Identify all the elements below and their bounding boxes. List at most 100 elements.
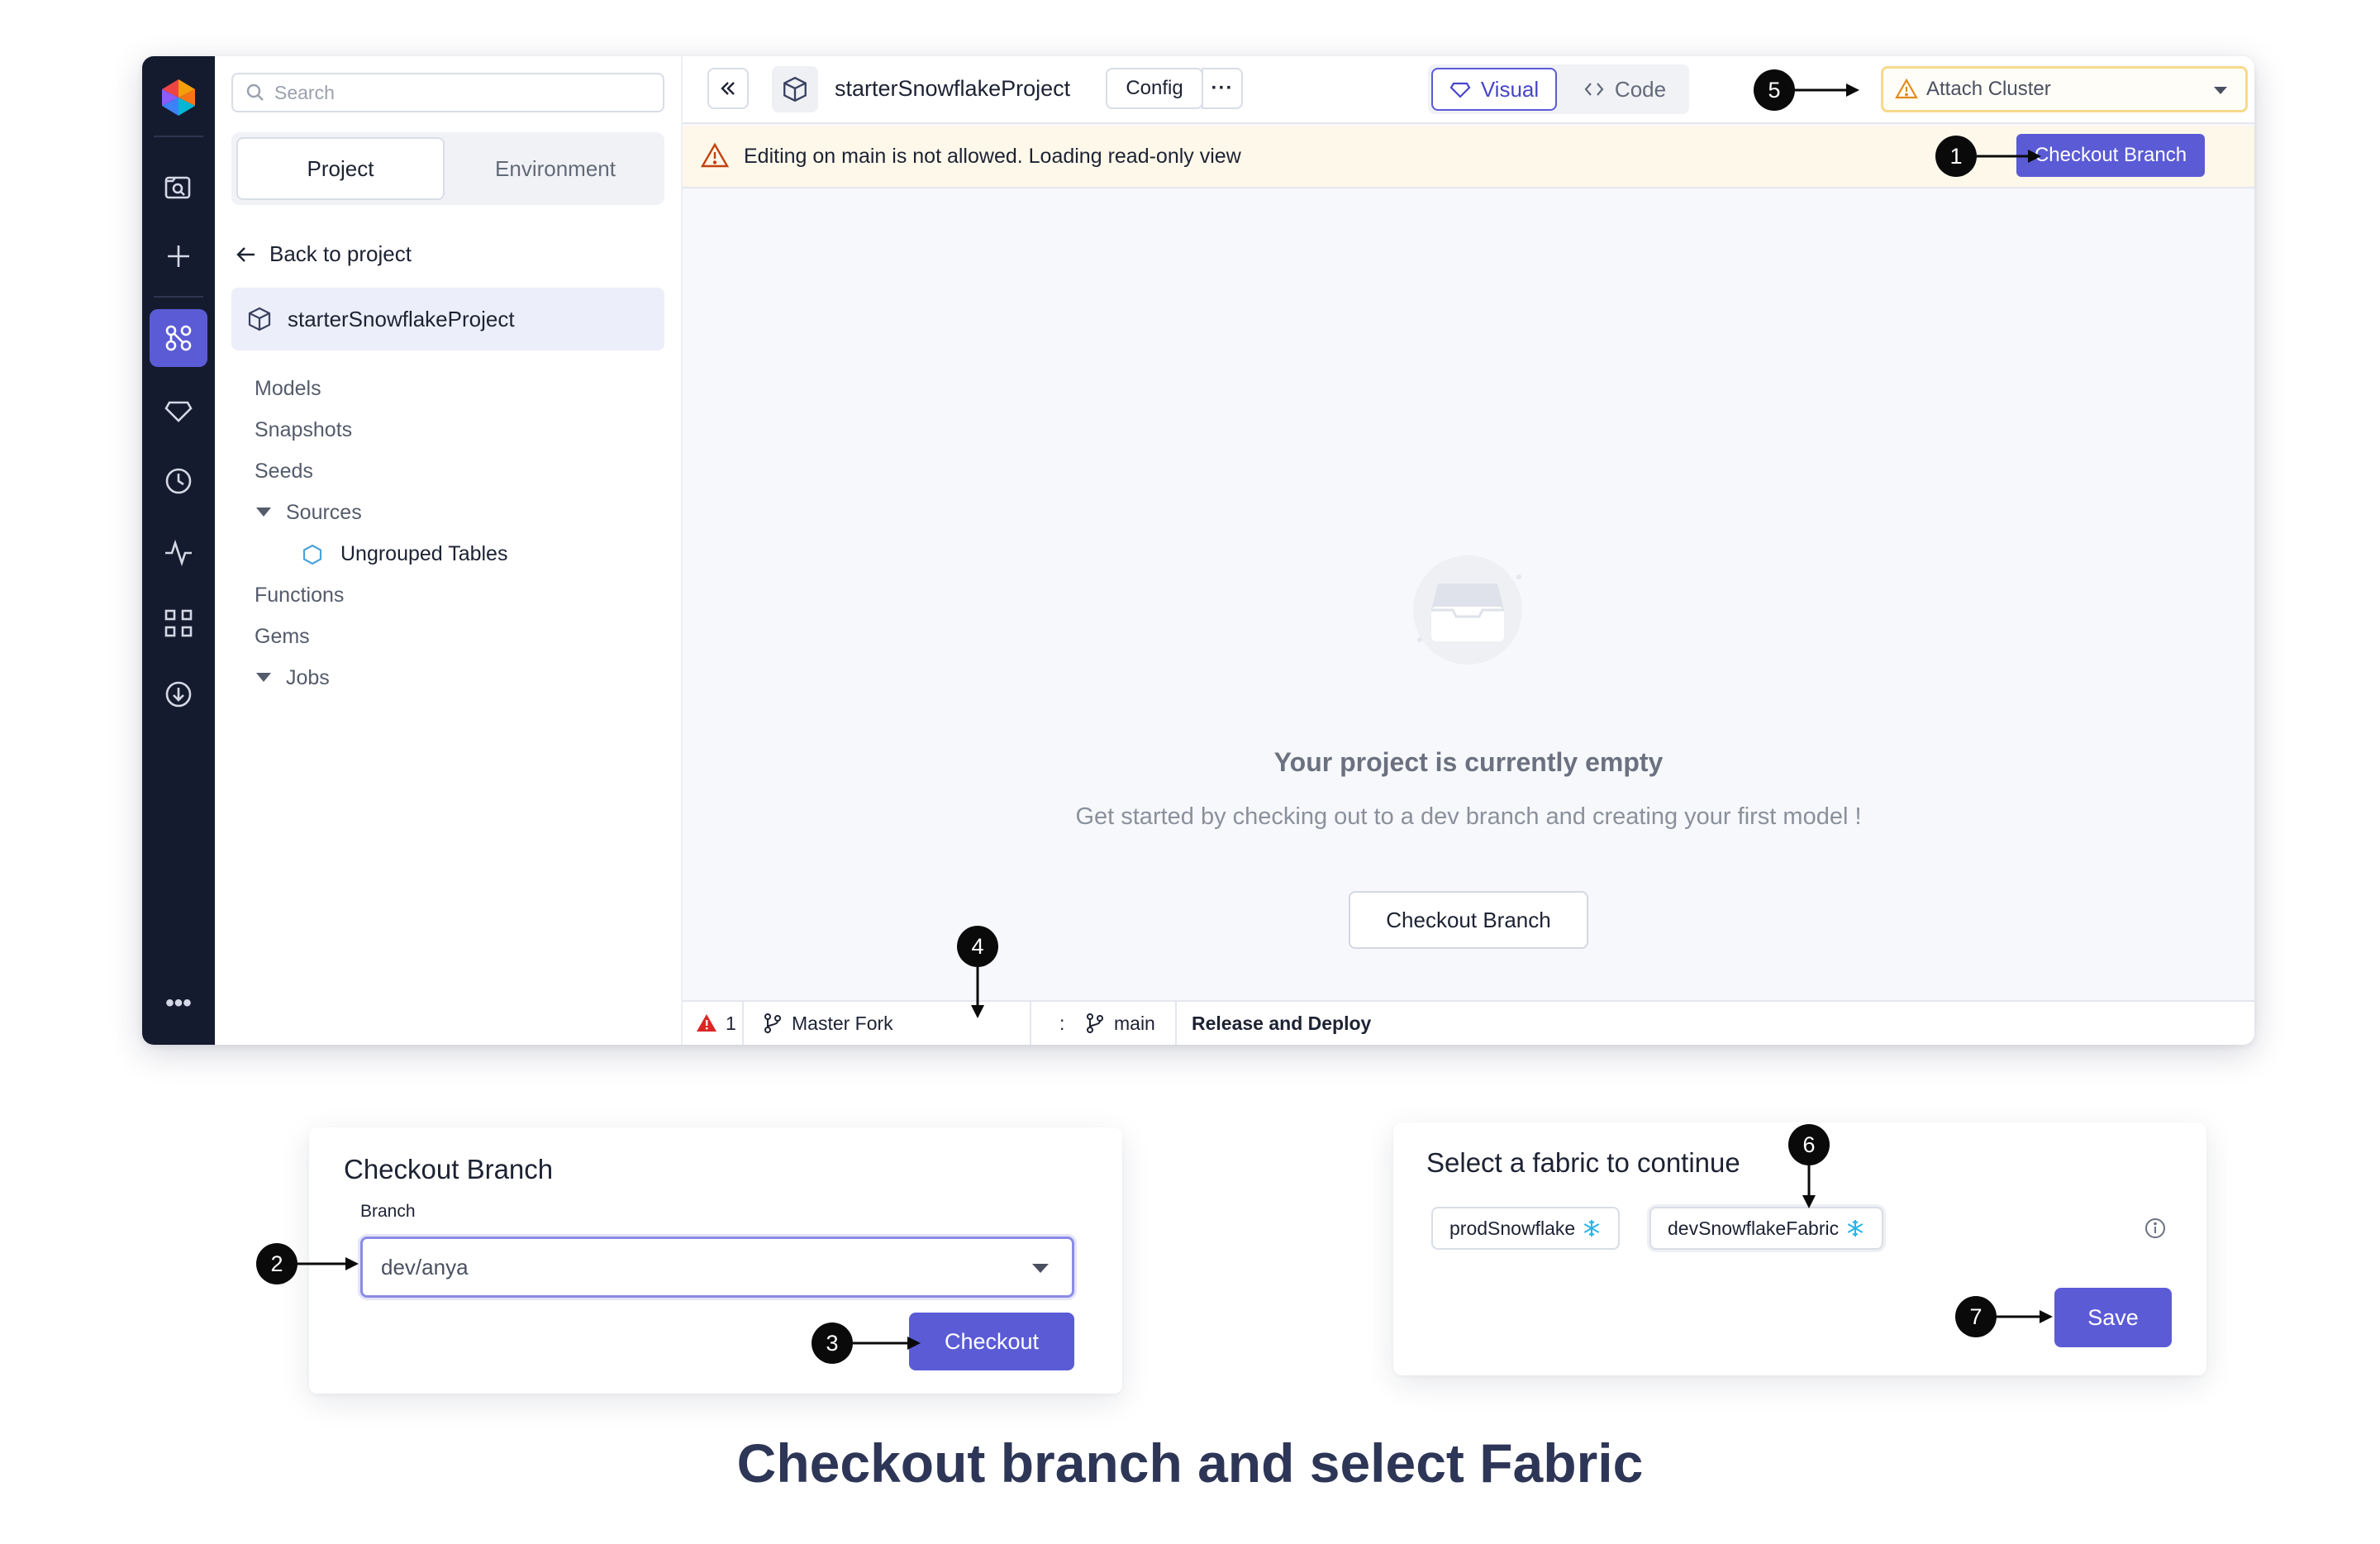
activity-icon[interactable]	[157, 531, 200, 574]
info-icon[interactable]	[2144, 1217, 2167, 1240]
project-cube-icon	[772, 66, 818, 112]
tree-item-jobs[interactable]: Jobs	[255, 666, 330, 690]
view-toggle: Visual Code	[1428, 64, 1689, 114]
callout-arrow	[1802, 1164, 1816, 1208]
sources-label: Sources	[286, 501, 362, 524]
snowflake-icon	[1583, 1220, 1600, 1237]
code-icon	[1584, 83, 1604, 96]
checkout-branch-button-banner[interactable]: Checkout Branch	[2016, 134, 2205, 177]
caret-down-icon[interactable]	[256, 672, 271, 682]
back-to-project-link[interactable]: Back to project	[235, 241, 412, 267]
rail-divider	[154, 296, 203, 298]
tree-item-functions[interactable]: Functions	[255, 584, 344, 608]
fabric-option-dev[interactable]: devSnowflakeFabric	[1649, 1207, 1884, 1250]
warning-icon	[1895, 78, 1918, 99]
status-divider	[1030, 1002, 1031, 1045]
tab-environment[interactable]: Environment	[451, 137, 659, 200]
save-button[interactable]: Save	[2054, 1288, 2172, 1347]
callout-arrow	[1977, 150, 2041, 163]
checkout-button[interactable]: Checkout	[909, 1313, 1074, 1370]
visual-label: Visual	[1480, 76, 1540, 102]
code-label: Code	[1614, 76, 1667, 102]
back-label: Back to project	[269, 241, 412, 266]
callout-1: 1	[1935, 136, 1977, 177]
empty-state-subtitle: Get started by checking out to a dev bra…	[1075, 803, 1862, 830]
error-triangle-icon	[697, 1014, 716, 1032]
callout-3: 3	[812, 1322, 853, 1364]
callout-arrow	[1997, 1310, 2053, 1323]
tree-item-models[interactable]: Models	[255, 377, 321, 401]
tree-item-sources[interactable]: Sources	[255, 501, 362, 525]
icon-rail: •••	[142, 56, 215, 1045]
hexagon-icon	[302, 544, 322, 565]
caret-down-icon[interactable]	[256, 507, 271, 517]
project-graph-icon[interactable]	[150, 309, 207, 367]
app-logo-icon[interactable]	[159, 78, 198, 117]
sidebar-item-project[interactable]: starterSnowflakeProject	[231, 288, 664, 350]
git-branch-icon	[1087, 1013, 1103, 1033]
figure-caption: Checkout branch and select Fabric	[736, 1432, 1644, 1494]
more-options-button[interactable]: ···	[1202, 68, 1243, 109]
more-icon[interactable]: •••	[157, 982, 200, 1025]
branch-separator: :	[1059, 1012, 1065, 1034]
branch-label: main	[1114, 1012, 1155, 1034]
snowflake-icon	[1847, 1220, 1864, 1237]
status-divider	[742, 1002, 744, 1045]
fork-indicator[interactable]: Master Fork	[762, 1002, 893, 1045]
code-tab[interactable]: Code	[1564, 68, 1686, 111]
tree-item-snapshots[interactable]: Snapshots	[255, 418, 352, 442]
sidebar-tabs: Project Environment	[231, 132, 664, 205]
fabric-option-prod[interactable]: prodSnowflake	[1431, 1207, 1621, 1250]
attach-cluster-dropdown[interactable]: Attach Cluster	[1881, 66, 2248, 112]
clock-icon[interactable]	[157, 460, 200, 503]
collapse-sidebar-button[interactable]	[707, 68, 749, 109]
double-chevron-left-icon	[721, 82, 735, 95]
error-indicator[interactable]: 1	[696, 1002, 736, 1045]
jobs-label: Jobs	[286, 666, 330, 689]
warning-icon	[701, 142, 729, 168]
tree-item-seeds[interactable]: Seeds	[255, 460, 313, 484]
checkout-branch-dialog: Checkout Branch Branch dev/anya Checkout	[309, 1127, 1122, 1394]
gem-icon[interactable]	[157, 388, 200, 431]
search-placeholder: Search	[274, 81, 335, 103]
dialog-title: Select a fabric to continue	[1426, 1147, 1740, 1178]
callout-2: 2	[256, 1243, 298, 1284]
callout-arrow	[971, 967, 984, 1018]
gem-icon	[1449, 82, 1471, 98]
callout-4: 4	[957, 926, 998, 967]
release-and-deploy-button[interactable]: Release and Deploy	[1192, 1002, 1371, 1045]
visual-tab[interactable]: Visual	[1431, 68, 1557, 111]
tab-project[interactable]: Project	[236, 137, 445, 200]
dialog-title: Checkout Branch	[344, 1154, 554, 1184]
app-window: ••• Search Project Environment Back to p…	[142, 56, 2254, 1045]
callout-arrow	[853, 1337, 921, 1350]
top-bar: starterSnowflakeProject Config ··· Visua…	[683, 56, 2254, 124]
lineage-icon[interactable]	[157, 602, 200, 645]
status-divider	[1175, 1002, 1177, 1045]
callout-7: 7	[1955, 1296, 1997, 1337]
fabric-name: prodSnowflake	[1449, 1217, 1576, 1239]
tree-item-ungrouped-tables[interactable]: Ungrouped Tables	[301, 542, 507, 566]
checkout-branch-button[interactable]: Checkout Branch	[1349, 891, 1588, 949]
config-button[interactable]: Config	[1106, 68, 1203, 109]
main-area: starterSnowflakeProject Config ··· Visua…	[683, 56, 2254, 1045]
fork-label: Master Fork	[792, 1012, 893, 1034]
callout-5: 5	[1754, 69, 1795, 111]
search-input[interactable]: Search	[231, 73, 664, 112]
add-icon[interactable]	[157, 235, 200, 278]
arrow-left-icon	[236, 246, 255, 262]
browse-icon[interactable]	[157, 165, 200, 208]
branch-indicator[interactable]: main	[1084, 1002, 1155, 1045]
download-icon[interactable]	[157, 673, 200, 716]
fabric-name: devSnowflakeFabric	[1668, 1217, 1840, 1239]
rail-divider	[154, 136, 203, 137]
project-sidebar: Search Project Environment Back to proje…	[215, 56, 683, 1045]
project-title: starterSnowflakeProject	[835, 76, 1071, 101]
ungrouped-label: Ungrouped Tables	[340, 542, 508, 565]
branch-select[interactable]: dev/anya	[360, 1237, 1074, 1298]
tree-item-gems[interactable]: Gems	[255, 625, 310, 649]
status-bar: 1 Master Fork : main Release and Deploy	[683, 1000, 2254, 1045]
search-icon	[246, 83, 264, 101]
callout-arrow	[298, 1257, 359, 1270]
branch-field-label: Branch	[360, 1202, 416, 1221]
